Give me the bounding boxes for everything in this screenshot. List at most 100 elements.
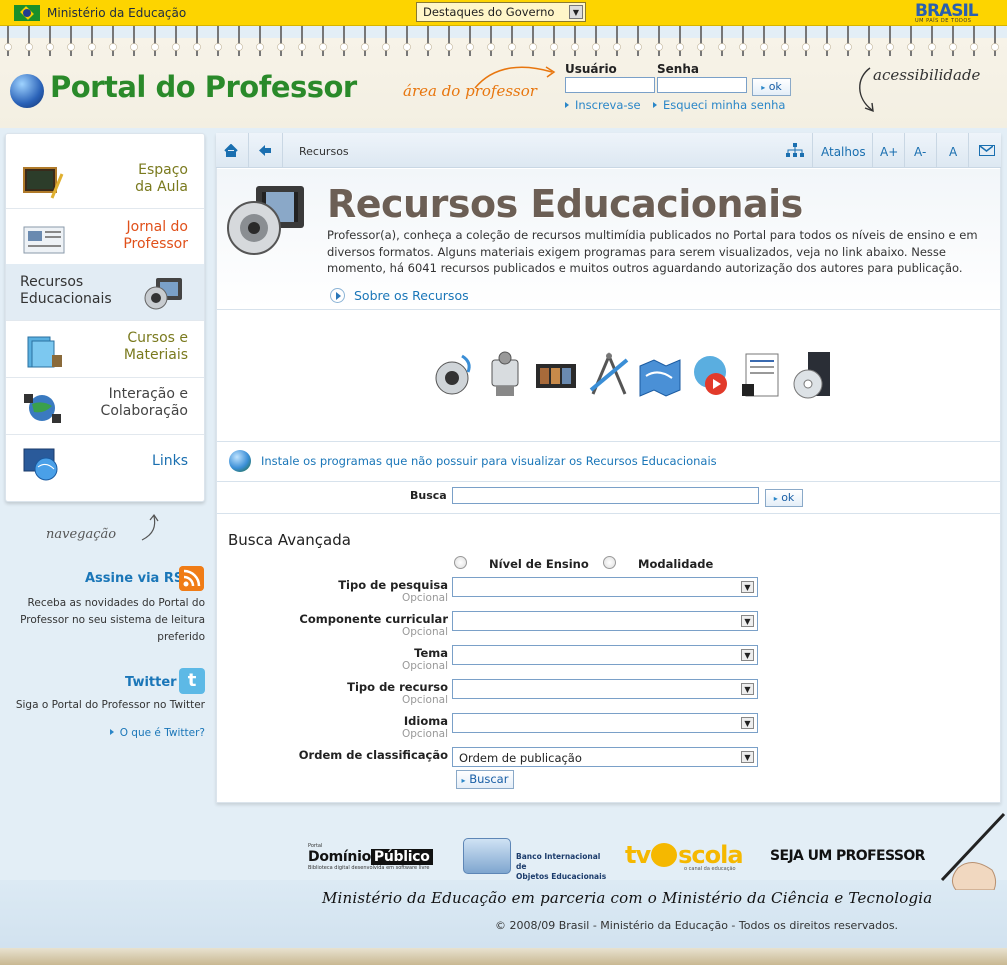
ministry-link[interactable]: Ministério da Educação — [47, 6, 186, 20]
map-icon[interactable] — [638, 350, 682, 402]
divider — [217, 441, 1000, 442]
language-select[interactable]: ▼ — [452, 713, 758, 733]
about-resources-link[interactable]: Sobre os Recursos — [330, 288, 469, 303]
monitor-globe-icon — [23, 448, 58, 481]
shortcuts-button[interactable]: Atalhos — [821, 145, 866, 159]
search-submit-button[interactable]: ▸ Buscar — [456, 770, 514, 789]
font-reset-button[interactable]: A — [949, 145, 957, 159]
curved-arrow-icon — [474, 66, 556, 89]
twitter-icon[interactable]: t — [179, 668, 205, 694]
divider — [217, 481, 1000, 482]
chevron-down-icon: ▼ — [741, 581, 754, 593]
government-highlights-select[interactable]: Destaques do Governo ▼ — [416, 2, 586, 22]
portal-logo[interactable]: Portal do Professor — [50, 70, 357, 104]
user-input[interactable] — [565, 77, 655, 93]
field-label: Tipo de pesquisa — [338, 578, 448, 592]
tv-escola-circle-icon — [651, 843, 678, 867]
field-label: Componente curricular — [299, 612, 448, 626]
chevron-down-icon: ▼ — [741, 615, 754, 627]
sidebar-item-espaco-da-aula[interactable]: Espaço da Aula — [6, 152, 204, 209]
globe-icon — [229, 450, 251, 472]
curricular-component-select[interactable]: ▼ — [452, 611, 758, 631]
play-circle-icon — [330, 288, 345, 303]
font-increase-button[interactable]: A+ — [880, 145, 898, 159]
software-icon[interactable] — [790, 350, 834, 402]
field-hint: Opcional — [401, 660, 448, 672]
divider — [217, 309, 1000, 310]
search-ok-button[interactable]: ▸ ok — [765, 489, 803, 507]
multimedia-icon[interactable] — [690, 350, 734, 402]
sidebar-item-jornal-do-professor[interactable]: Jornal do Professor — [6, 209, 204, 266]
portal-globe-icon — [10, 74, 44, 108]
tv-escola-tagline: o canal da educação — [684, 866, 736, 872]
theme-select[interactable]: ▼ — [452, 645, 758, 665]
sidebar-item-cursos-e-materiais[interactable]: Cursos e Materiais — [6, 321, 204, 378]
font-decrease-button[interactable]: A- — [914, 145, 926, 159]
radio-modality-label: Modalidade — [638, 557, 714, 571]
chevron-down-icon: ▼ — [569, 5, 583, 19]
partnership-text: Ministério da Educação em parceria com o… — [322, 889, 933, 907]
globe-cube-icon — [463, 838, 511, 874]
sidebar-item-links[interactable]: Links — [6, 435, 204, 492]
radio-level-label: Nível de Ensino — [489, 557, 589, 571]
password-label: Senha — [657, 62, 699, 76]
sort-order-select[interactable]: Ordem de publicação ▼ — [452, 747, 758, 767]
curved-arrow-up-icon — [141, 513, 159, 541]
mail-icon[interactable] — [979, 145, 995, 156]
back-arrow-icon[interactable] — [258, 144, 272, 157]
field-label: Ordem de classificação — [298, 748, 448, 762]
field-hint: Opcional — [401, 728, 448, 740]
media-type-icons — [432, 350, 852, 406]
page-title: Recursos Educacionais — [327, 182, 803, 226]
drawing-tools-icon[interactable] — [587, 350, 631, 402]
field-hint: Opcional — [401, 592, 448, 604]
sidebar-item-interacao-e-colaboracao[interactable]: Interação e Colaboração — [6, 378, 204, 435]
accessibility-link[interactable]: acessibilidade — [873, 66, 980, 84]
forgot-password-link[interactable]: Esqueci minha senha — [653, 98, 785, 112]
dominio-publico-logo[interactable]: Portal Domínio Público Biblioteca digital… — [308, 843, 448, 873]
blackboard-icon — [23, 167, 64, 199]
film-icon[interactable] — [534, 350, 578, 402]
search-type-select[interactable]: ▼ — [452, 577, 758, 597]
resource-type-select[interactable]: ▼ — [452, 679, 758, 699]
bioe-logo[interactable]: Banco Internacional de Objetos Educaciona… — [463, 838, 613, 881]
rss-icon[interactable] — [179, 566, 204, 591]
breadcrumb[interactable]: Recursos — [299, 145, 349, 158]
twitter-description: Siga o Portal do Professor no Twitter — [15, 699, 205, 711]
radio-modality[interactable] — [603, 556, 616, 569]
brasil-logo[interactable]: BRASIL UM PAÍS DE TODOS — [915, 3, 991, 25]
search-input[interactable] — [452, 487, 759, 504]
home-icon[interactable] — [224, 144, 238, 157]
what-is-twitter-link[interactable]: O que é Twitter? — [105, 727, 205, 739]
rss-subscribe-link[interactable]: Assine via RSS — [85, 571, 192, 586]
password-input[interactable] — [657, 77, 747, 93]
chevron-down-icon: ▼ — [741, 717, 754, 729]
copyright-text: © 2008/09 Brasil - Ministério da Educaçã… — [495, 919, 899, 932]
sidebar-nav: Espaço da Aula Jornal do Professor Recurso… — [5, 133, 205, 502]
brazil-flag-icon — [14, 5, 40, 21]
install-programs-link[interactable]: Instale os programas que não possuir par… — [261, 454, 717, 468]
radio-level[interactable] — [454, 556, 467, 569]
hand-with-pen-icon — [940, 812, 1006, 890]
user-label: Usuário — [565, 62, 617, 76]
field-label: Idioma — [403, 714, 448, 728]
document-icon[interactable] — [740, 350, 784, 402]
newspaper-icon — [23, 226, 65, 254]
twitter-link[interactable]: Twitter — [125, 675, 177, 690]
government-highlights-value: Destaques do Governo — [423, 5, 555, 19]
audio-icon[interactable] — [432, 350, 476, 402]
video-camera-icon[interactable] — [484, 350, 528, 402]
login-ok-button[interactable]: ▸ ok — [752, 78, 791, 96]
books-icon — [27, 336, 62, 368]
divider — [217, 513, 1000, 514]
chevron-down-icon: ▼ — [741, 751, 754, 763]
sitemap-icon[interactable] — [786, 143, 804, 158]
sidebar-item-recursos-educacionais[interactable]: Recursos Educacionais — [6, 264, 204, 321]
bottom-edge — [0, 948, 1007, 965]
advanced-search-title: Busca Avançada — [228, 531, 351, 549]
seja-um-professor-logo[interactable]: SEJA UM PROFESSOR — [770, 848, 925, 864]
search-label: Busca — [410, 489, 447, 502]
spiral-binding — [0, 26, 1007, 56]
tv-escola-logo[interactable]: tv scola — [625, 841, 744, 869]
register-link[interactable]: Inscreva-se — [565, 98, 641, 112]
